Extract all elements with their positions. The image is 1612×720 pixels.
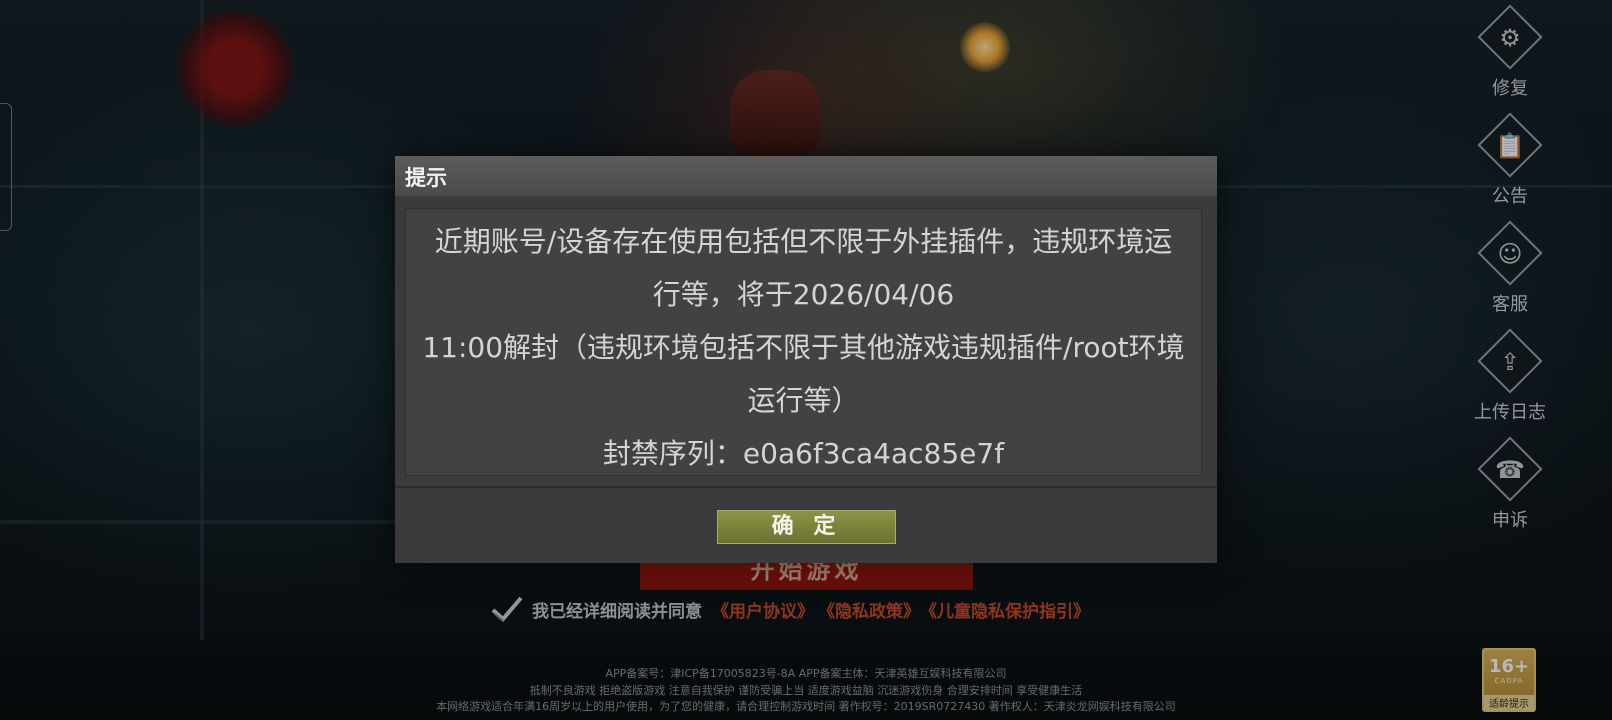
message-line: 运行等） bbox=[747, 384, 860, 417]
message-line: 近期账号/设备存在使用包括但不限于外挂插件，违规环境运 bbox=[434, 225, 1173, 258]
dialog-header: 提示 bbox=[395, 156, 1217, 196]
dialog-message: 近期账号/设备存在使用包括但不限于外挂插件，违规环境运 行等，将于2026/04… bbox=[405, 208, 1202, 476]
ban-notice-dialog: 提示 近期账号/设备存在使用包括但不限于外挂插件，违规环境运 行等，将于2026… bbox=[395, 156, 1217, 563]
dialog-title: 提示 bbox=[405, 166, 447, 190]
message-line: 行等，将于2026/04/06 bbox=[652, 278, 955, 311]
message-line: 11:00解封（违规环境包括不限于其他游戏违规插件/root环境 bbox=[422, 331, 1185, 364]
ban-serial-line: 封禁序列：e0a6f3ca4ac85e7f bbox=[602, 437, 1005, 470]
dialog-divider bbox=[395, 486, 1217, 488]
confirm-button[interactable]: 确 定 bbox=[717, 510, 896, 544]
